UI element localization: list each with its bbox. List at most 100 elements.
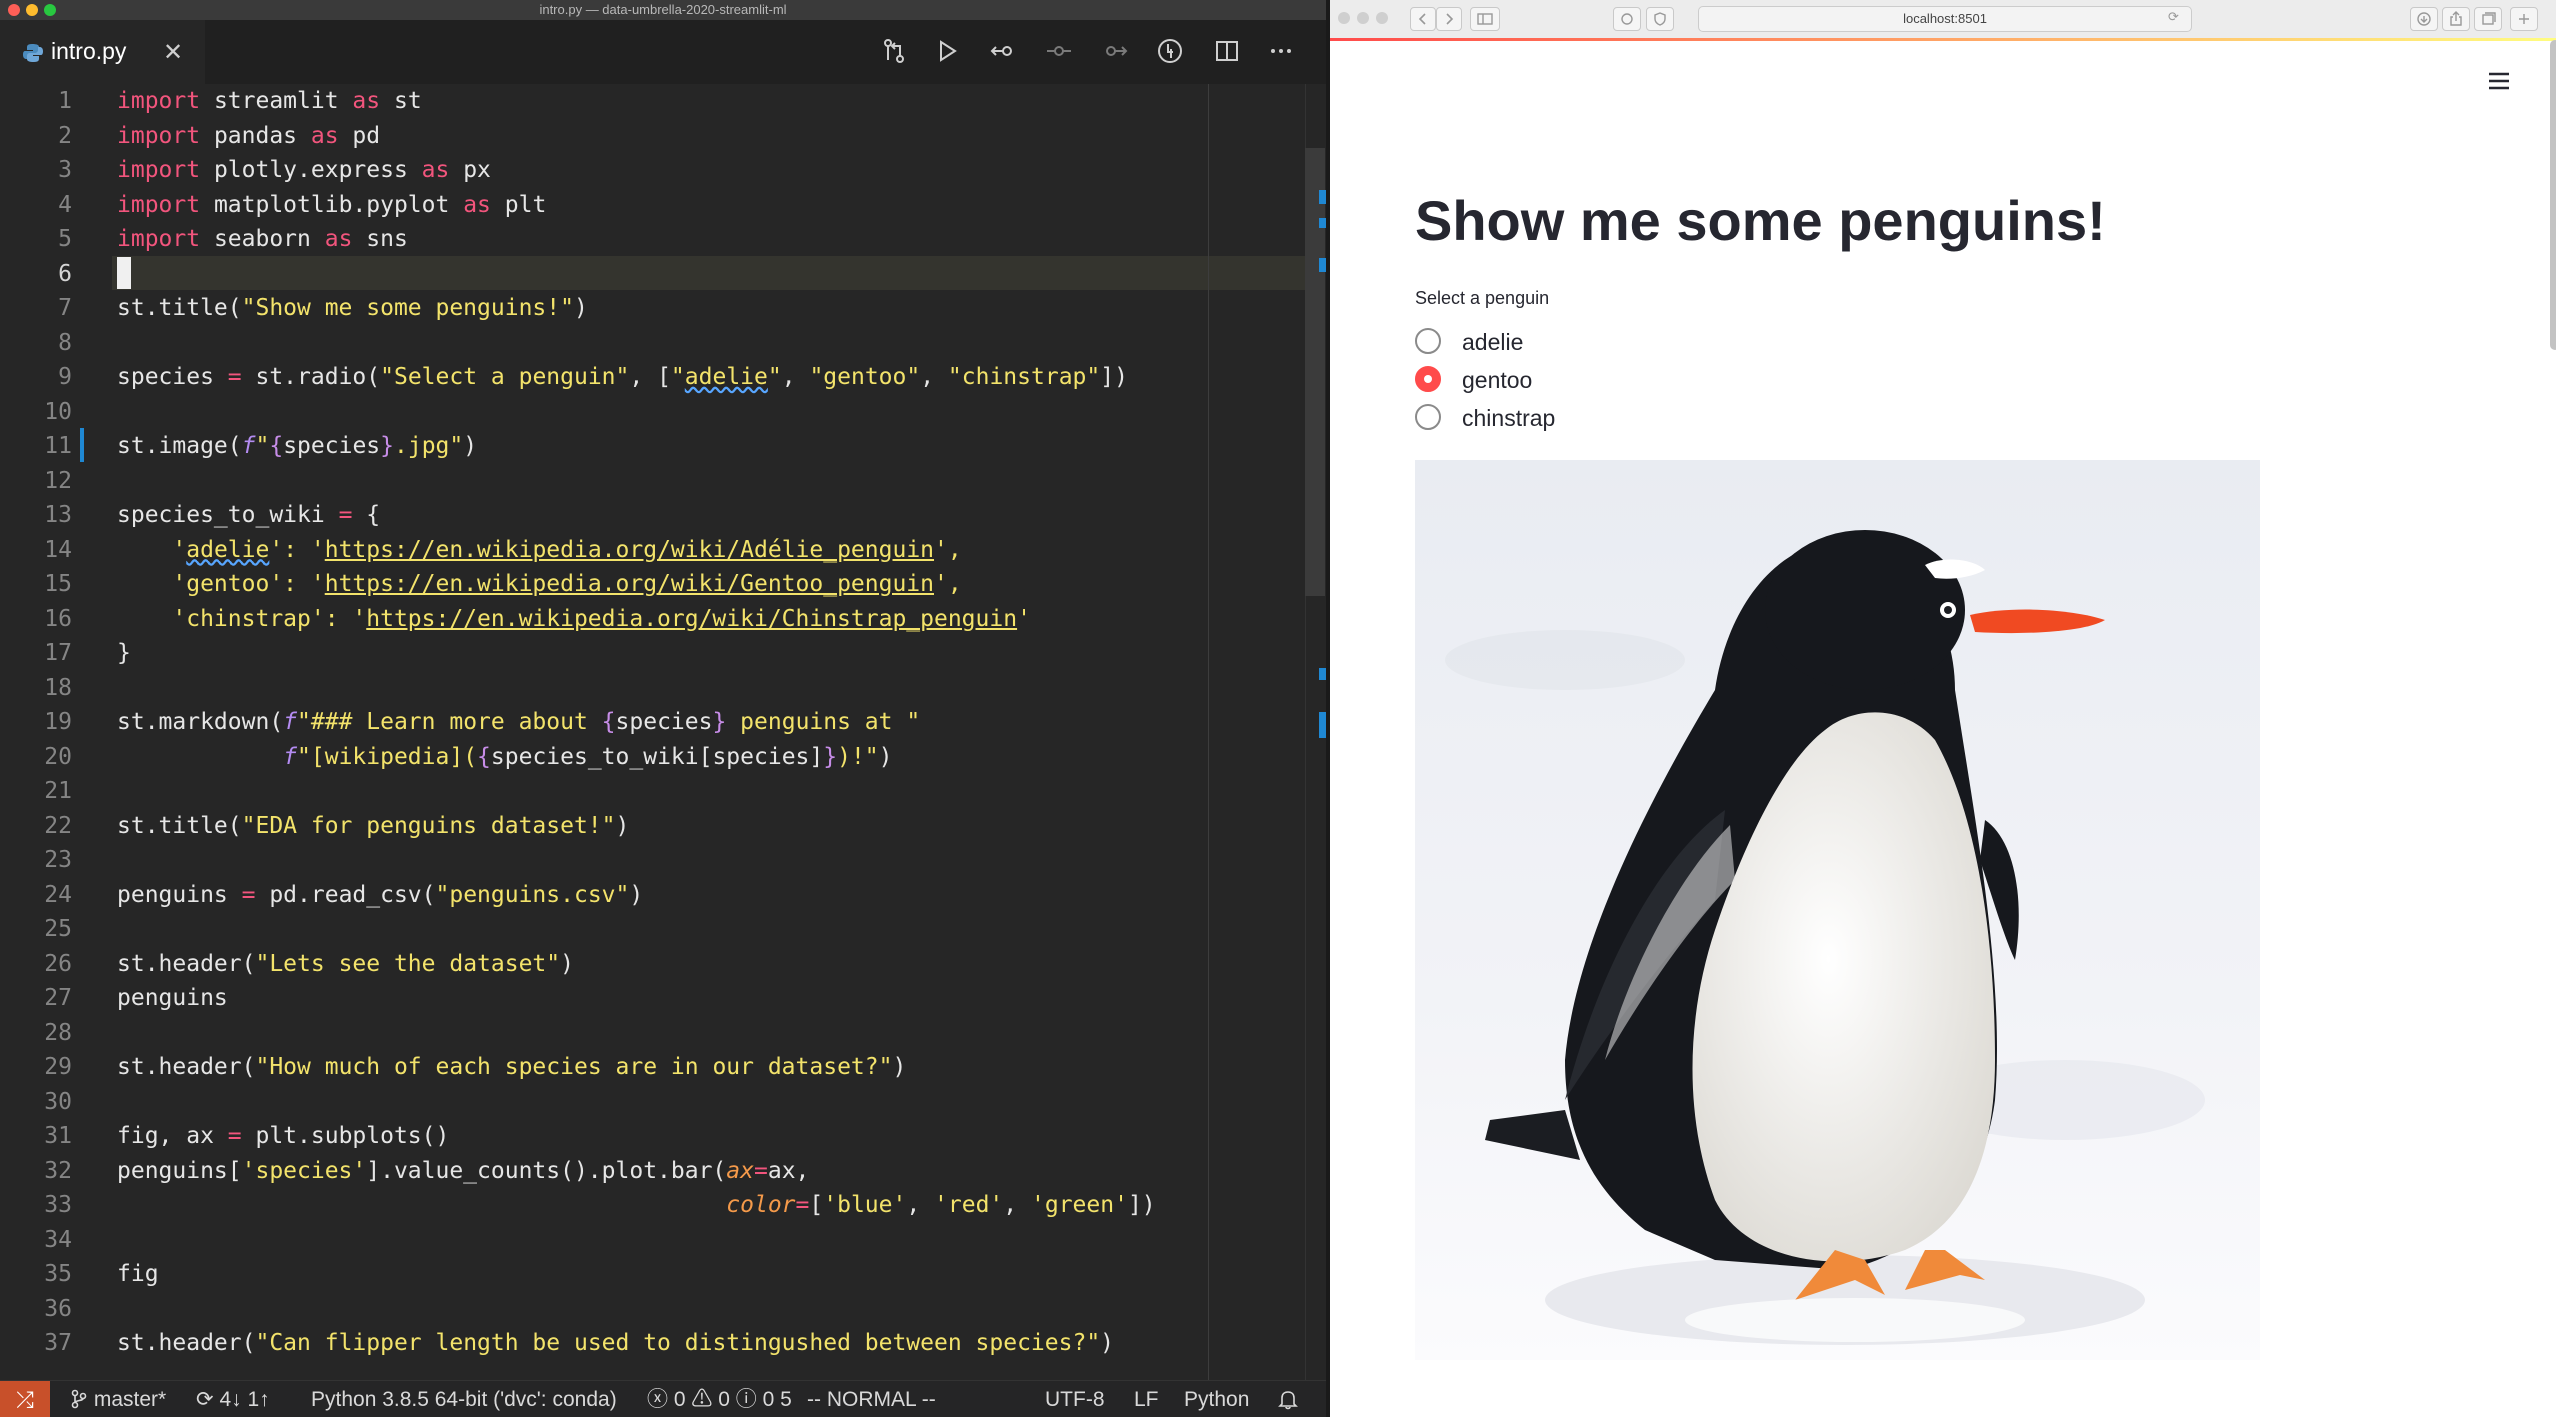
line-number: 33 xyxy=(44,1192,72,1218)
error-icon: ⓧ xyxy=(647,1388,668,1411)
line-number: 34 xyxy=(44,1226,72,1253)
go-back-icon[interactable] xyxy=(988,36,1018,66)
code-line-22: st.title("EDA for penguins dataset!") xyxy=(117,812,630,839)
info-icon: ⓘ xyxy=(735,1388,757,1411)
radio-circle[interactable] xyxy=(1415,404,1441,430)
line-number: 22 xyxy=(44,812,72,839)
python-interpreter[interactable]: Python 3.8.5 64-bit ('dvc': conda) xyxy=(311,1381,617,1417)
shield-icon[interactable] xyxy=(1646,7,1674,31)
code-line-5: import seaborn as sns xyxy=(117,226,408,252)
line-number: 3 xyxy=(58,157,72,183)
privacy-report-icon[interactable] xyxy=(1613,7,1641,31)
line-number: 5 xyxy=(58,226,72,252)
split-editor-icon[interactable] xyxy=(1212,36,1242,66)
hamburger-menu-icon[interactable] xyxy=(2488,70,2510,92)
tab-label: intro.py xyxy=(51,38,127,64)
code-line-14: 'adelie': 'https://en.wikipedia.org/wiki… xyxy=(117,536,962,563)
close-window-button[interactable] xyxy=(1338,12,1350,24)
browser-window: localhost:8501 ⟳ Show me some penguins! … xyxy=(1326,0,2556,1417)
streamlit-decoration-bar xyxy=(1330,38,2556,41)
code-line-7: st.title("Show me some penguins!") xyxy=(117,295,588,321)
language-mode[interactable]: Python xyxy=(1184,1381,1249,1417)
minimize-window-button[interactable] xyxy=(1357,12,1369,24)
commit-icon[interactable] xyxy=(1044,36,1074,66)
radio-circle-selected[interactable] xyxy=(1415,366,1441,392)
share-icon[interactable] xyxy=(2442,7,2470,31)
code-line-26: st.header("Lets see the dataset") xyxy=(117,950,574,977)
line-number: 14 xyxy=(44,536,72,563)
vim-mode: -- NORMAL -- xyxy=(807,1388,936,1411)
code-line-13: species_to_wiki = { xyxy=(117,502,381,528)
git-branch[interactable]: master* xyxy=(70,1381,166,1417)
code-line-2: import pandas as pd xyxy=(117,122,381,149)
code-line-4: import matplotlib.pyplot as plt xyxy=(117,191,547,218)
window-title: intro.py — data-umbrella-2020-streamlit-… xyxy=(539,2,787,17)
line-number-gutter: 1 2 3 4 5 6 7 8 9 10 11 12 13 14 15 16 17 18 19 20 21 22 23 24 2… xyxy=(0,84,112,1380)
go-forward-icon[interactable] xyxy=(1100,36,1130,66)
line-number: 1 xyxy=(58,88,72,114)
python-file-icon xyxy=(22,42,44,64)
radio-group-label: Select a penguin xyxy=(1415,288,1550,308)
code-line-15: 'gentoo': 'https://en.wikipedia.org/wiki… xyxy=(117,571,962,597)
tab-intro-py[interactable]: intro.py ✕ xyxy=(0,20,205,84)
remote-indicator-icon[interactable]: ⤮ xyxy=(0,1381,50,1417)
code-editor[interactable]: import streamlit as st import pandas as … xyxy=(117,84,1307,1380)
code-line-27: penguins xyxy=(117,985,228,1011)
line-number: 26 xyxy=(44,950,72,977)
new-tab-button[interactable] xyxy=(2510,7,2538,31)
git-branch-icon xyxy=(71,1389,87,1409)
line-number: 29 xyxy=(44,1054,72,1080)
line-number: 30 xyxy=(44,1088,72,1115)
line-number: 25 xyxy=(44,916,72,942)
line-number: 24 xyxy=(44,881,72,908)
python-interpreter-icon[interactable] xyxy=(1155,36,1185,66)
radio-option-label: chinstrap xyxy=(1462,405,1556,431)
run-icon[interactable] xyxy=(932,36,962,66)
line-number: 20 xyxy=(44,743,72,770)
editor-scrollbar[interactable] xyxy=(1305,148,1325,596)
git-sync[interactable]: ⟳ 4↓ 1↑ xyxy=(196,1381,270,1417)
line-number: 7 xyxy=(58,295,72,321)
address-bar[interactable]: localhost:8501 xyxy=(1698,6,2192,32)
page-scrollbar[interactable] xyxy=(2550,40,2556,350)
line-number: 23 xyxy=(44,847,72,873)
problems-indicator[interactable]: ⓧ 0 ⚠ 0 ⓘ 0 5 xyxy=(647,1381,792,1417)
editor-tab-bar: intro.py ✕ xyxy=(0,20,1326,84)
minimap-marker xyxy=(1319,258,1326,272)
warning-icon: ⚠ xyxy=(691,1388,713,1411)
minimap-marker xyxy=(1319,190,1326,204)
downloads-icon[interactable] xyxy=(2410,7,2438,31)
forward-button[interactable] xyxy=(1436,7,1462,31)
line-number: 8 xyxy=(58,329,72,356)
radio-circle[interactable] xyxy=(1415,328,1441,354)
line-number: 10 xyxy=(44,398,72,425)
line-number: 17 xyxy=(44,640,72,666)
line-number: 36 xyxy=(44,1295,72,1322)
bell-icon[interactable] xyxy=(1278,1381,1298,1417)
tabs-overview-icon[interactable] xyxy=(2474,7,2502,31)
line-number: 28 xyxy=(44,1019,72,1046)
line-number: 37 xyxy=(44,1330,72,1356)
close-tab-icon[interactable]: ✕ xyxy=(163,38,183,67)
text-cursor xyxy=(117,257,131,289)
minimap-marker xyxy=(1319,712,1326,738)
sidebar-button[interactable] xyxy=(1470,7,1500,31)
line-number: 32 xyxy=(44,1157,72,1184)
encoding[interactable]: UTF-8 xyxy=(1045,1381,1105,1417)
code-line-20: f"[wikipedia]({species_to_wiki[species]}… xyxy=(283,743,893,770)
line-number: 19 xyxy=(44,709,72,735)
code-line-35: fig xyxy=(117,1261,159,1287)
sync-icon: ⟳ xyxy=(196,1388,214,1411)
line-number: 15 xyxy=(44,571,72,597)
line-number: 4 xyxy=(58,191,72,218)
line-number: 2 xyxy=(58,122,72,149)
window-titlebar: intro.py — data-umbrella-2020-streamlit-… xyxy=(0,0,1326,20)
reload-icon[interactable]: ⟳ xyxy=(2168,9,2179,25)
back-button[interactable] xyxy=(1410,7,1436,31)
code-line-31: fig, ax = plt.subplots() xyxy=(117,1123,450,1149)
maximize-window-button[interactable] xyxy=(1376,12,1388,24)
line-endings[interactable]: LF xyxy=(1134,1381,1159,1417)
more-actions-icon[interactable] xyxy=(1266,36,1296,66)
open-changes-icon[interactable] xyxy=(879,36,909,66)
app-title: Show me some penguins! xyxy=(1415,189,2106,252)
